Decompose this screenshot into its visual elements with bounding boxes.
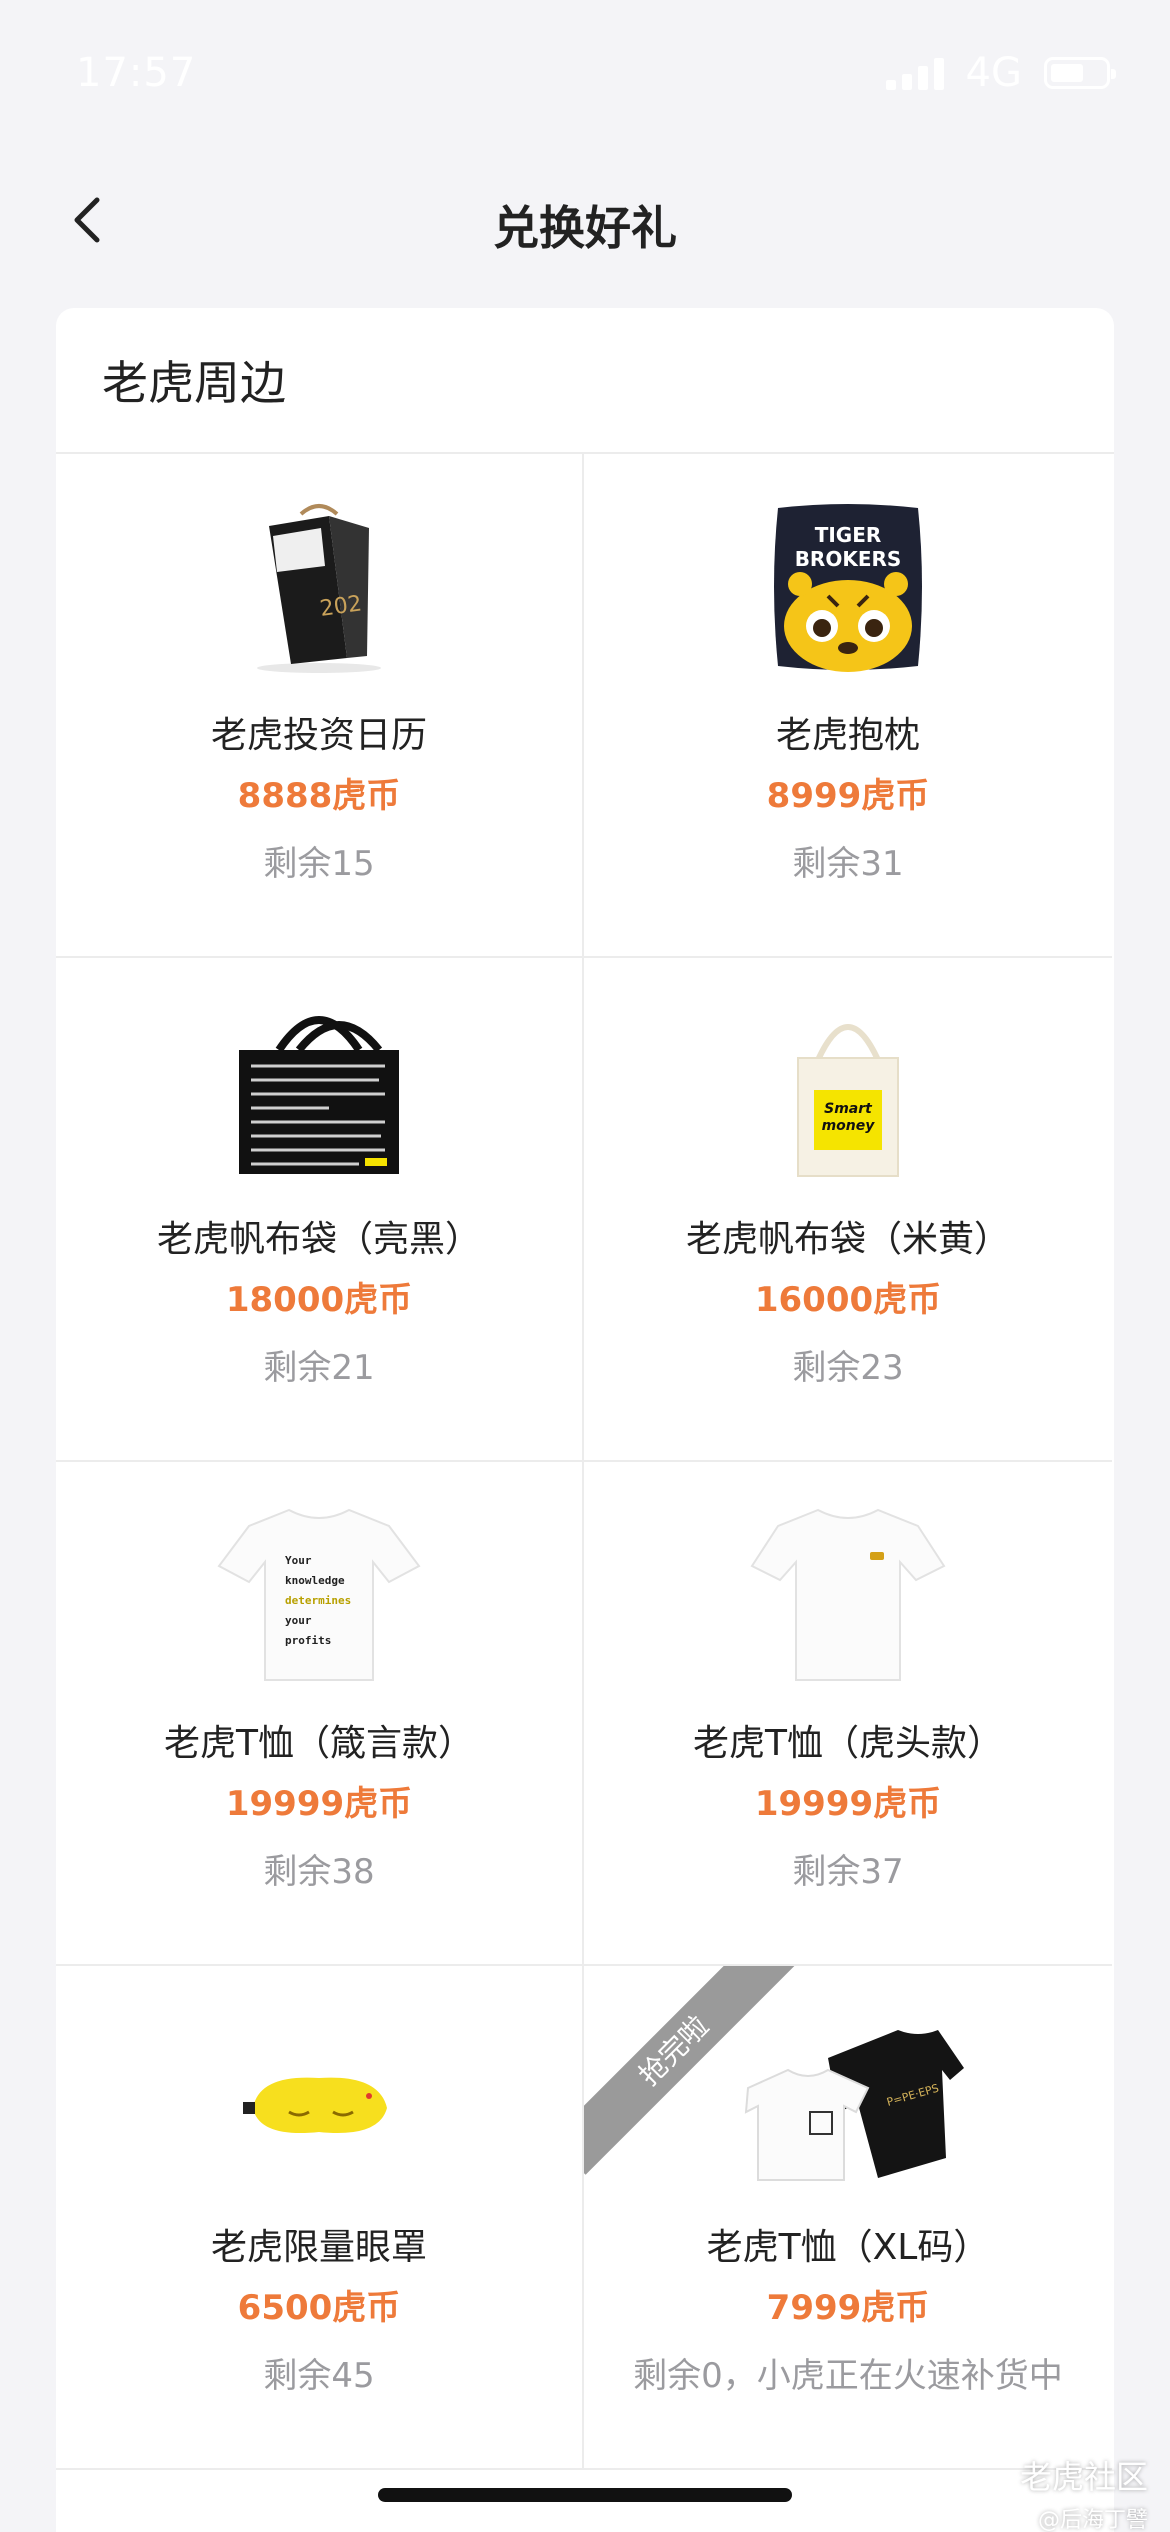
product-stock: 剩余45	[263, 2356, 375, 2396]
product-price: 7999虎币	[766, 2288, 930, 2328]
product-price: 6500虎币	[237, 2288, 401, 2328]
status-bar: 17:57 4G	[0, 0, 1170, 140]
section-header: 老虎周边	[56, 308, 1114, 454]
product-item[interactable]: 老虎帆布袋（亮黑） 18000虎币 剩余21	[56, 958, 584, 1462]
product-item[interactable]: TIGER BROKERS 老虎抱枕 8999虎币 剩余31	[584, 454, 1112, 958]
watermark-main: 老虎社区	[1019, 2458, 1148, 2496]
tshirt-pair-icon: P=PE·EPS	[744, 2030, 964, 2181]
product-item[interactable]: 抢完啦 P=PE·EPS 老虎T恤（XL码） 7999虎币 剩余0，小虎正在火速…	[584, 1966, 1112, 2470]
product-item[interactable]: 老虎限量眼罩 6500虎币 剩余45	[56, 1966, 584, 2470]
svg-text:knowledge: knowledge	[285, 1574, 345, 1587]
product-item[interactable]: 202 老虎投资日历 8888虎币 剩余15	[56, 454, 584, 958]
signal-icon	[885, 56, 944, 90]
watermark: 老虎社区 @后海丁譬	[1020, 2452, 1148, 2532]
motto-tshirt-icon: Your knowledge determines your profits	[217, 1508, 421, 1681]
status-indicators: 4G	[885, 50, 1116, 96]
product-item[interactable]: 老虎T恤（虎头款） 19999虎币 剩余37	[584, 1462, 1112, 1966]
network-label: 4G	[965, 50, 1022, 96]
home-indicator[interactable]	[378, 2488, 792, 2502]
product-stock: 剩余15	[263, 844, 375, 884]
svg-text:Smart: Smart	[824, 1101, 873, 1117]
product-price: 18000虎币	[225, 1280, 413, 1320]
svg-text:BROKERS: BROKERS	[795, 547, 902, 571]
product-item[interactable]: Smart money 老虎帆布袋（米黄） 16000虎币 剩余23	[584, 958, 1112, 1462]
product-name: 老虎限量眼罩	[210, 2227, 427, 2268]
svg-text:TIGER: TIGER	[815, 523, 882, 547]
svg-text:Your: Your	[285, 1554, 312, 1567]
product-price: 8888虎币	[237, 776, 401, 816]
product-name: 老虎投资日历	[210, 715, 427, 756]
product-name: 老虎T恤（XL码）	[706, 2227, 990, 2268]
beige-tote-bag-icon: Smart money	[797, 1024, 899, 1177]
watermark-sub: @后海丁譬	[1037, 2508, 1148, 2532]
product-stock: 剩余0，小虎正在火速补货中	[633, 2356, 1063, 2396]
desk-calendar-icon: 202	[257, 504, 381, 673]
product-grid: 202 老虎投资日历 8888虎币 剩余15 TIGER BROKERS 老虎抱…	[56, 454, 1114, 2470]
product-name: 老虎T恤（虎头款）	[693, 1723, 1003, 1764]
product-stock: 剩余37	[792, 1852, 904, 1892]
product-card: 老虎周边 202 老虎投资日历 8888虎币 剩余15 TIGER BROKER…	[56, 308, 1114, 2532]
product-item[interactable]: Your knowledge determines your profits 老…	[56, 1462, 584, 1966]
svg-text:money: money	[822, 1118, 876, 1134]
product-name: 老虎帆布袋（米黄）	[685, 1219, 1010, 1260]
svg-text:profits: profits	[285, 1634, 331, 1647]
section-title: 老虎周边	[102, 356, 286, 410]
product-price: 16000虎币	[754, 1280, 942, 1320]
nav-bar: 兑换好礼	[0, 170, 1170, 270]
product-price: 8999虎币	[766, 776, 930, 816]
product-stock: 剩余31	[792, 844, 904, 884]
tiger-pillow-icon: TIGER BROKERS	[774, 504, 922, 672]
svg-text:determines: determines	[285, 1594, 351, 1607]
product-stock: 剩余23	[792, 1348, 904, 1388]
black-tote-bag-icon	[239, 1016, 399, 1174]
product-price: 19999虎币	[225, 1784, 413, 1824]
tiger-head-tshirt-icon	[750, 1508, 946, 1681]
status-time: 17:57	[76, 50, 197, 96]
page-title: 兑换好礼	[493, 201, 677, 255]
battery-icon	[1044, 57, 1116, 89]
product-stock: 剩余21	[263, 1348, 375, 1388]
product-stock: 剩余38	[263, 1852, 375, 1892]
product-name: 老虎T恤（箴言款）	[164, 1723, 474, 1764]
eye-mask-icon	[243, 2077, 387, 2133]
svg-text:your: your	[285, 1614, 312, 1627]
product-name: 老虎抱枕	[775, 715, 920, 756]
product-price: 19999虎币	[754, 1784, 942, 1824]
product-name: 老虎帆布袋（亮黑）	[156, 1219, 481, 1260]
